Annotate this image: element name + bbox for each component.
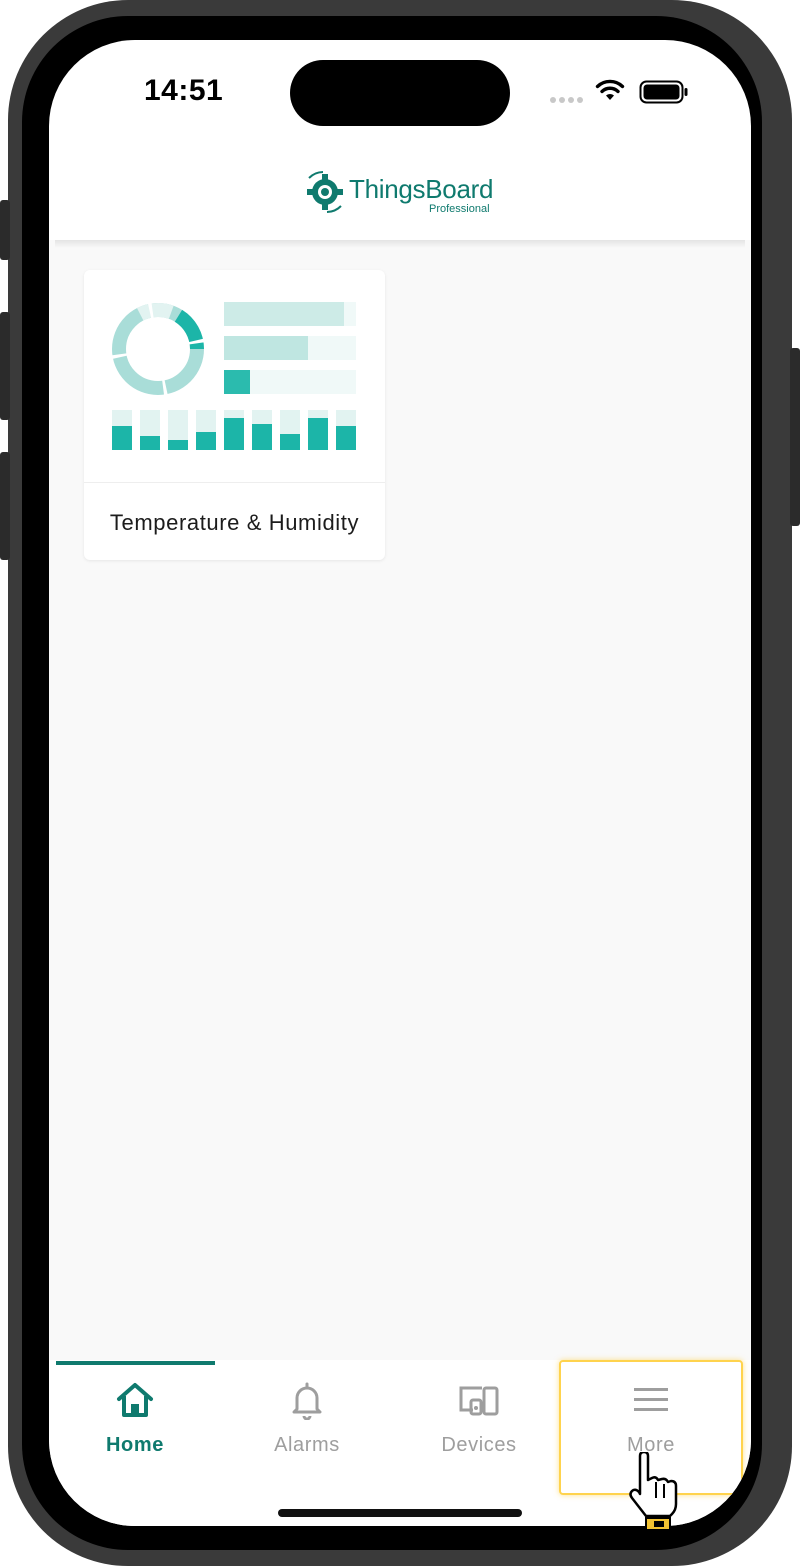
dynamic-island: [290, 60, 510, 126]
nav-devices-label: Devices: [441, 1434, 517, 1456]
action-button: [0, 200, 10, 260]
volume-up-button: [0, 312, 10, 420]
dashboard-card[interactable]: Temperature & Humidity: [84, 270, 385, 560]
header-shadow: [55, 240, 745, 248]
thingsboard-logo-icon: [307, 171, 343, 213]
card-divider: [84, 482, 385, 483]
nav-devices[interactable]: Devices: [393, 1360, 565, 1500]
home-icon: [117, 1383, 153, 1417]
thingsboard-logo: ThingsBoard Professional: [303, 168, 503, 218]
mini-bar-chart: [112, 410, 356, 450]
nav-home[interactable]: Home: [49, 1360, 221, 1500]
dashboard-thumbnail-icon: [111, 302, 356, 450]
volume-down-button: [0, 452, 10, 560]
status-bar: 14:51: [49, 40, 751, 140]
bell-icon: [292, 1382, 322, 1420]
status-time: 14:51: [144, 74, 224, 107]
power-button: [790, 348, 800, 526]
wifi-icon: [595, 79, 625, 100]
logo-subtext: Professional: [429, 203, 490, 215]
dashboard-card-title: Temperature & Humidity: [109, 510, 360, 535]
home-indicator: [278, 1509, 522, 1517]
nav-alarms-label: Alarms: [274, 1434, 340, 1456]
dashboards-grid: Temperature & Humidity: [49, 240, 751, 1360]
battery-icon: [639, 80, 688, 104]
nav-home-label: Home: [106, 1434, 164, 1456]
app-header: ThingsBoard Professional: [49, 140, 751, 240]
nav-alarms[interactable]: Alarms: [221, 1360, 393, 1500]
devices-icon: [459, 1386, 499, 1416]
phone-screen: 14:51 ThingsBoard Professional Temperatu…: [49, 40, 751, 1526]
cellular-signal-icon: [550, 97, 583, 103]
logo-text: ThingsBoard: [349, 174, 494, 204]
hand-pointer-cursor-icon: [629, 1452, 678, 1531]
